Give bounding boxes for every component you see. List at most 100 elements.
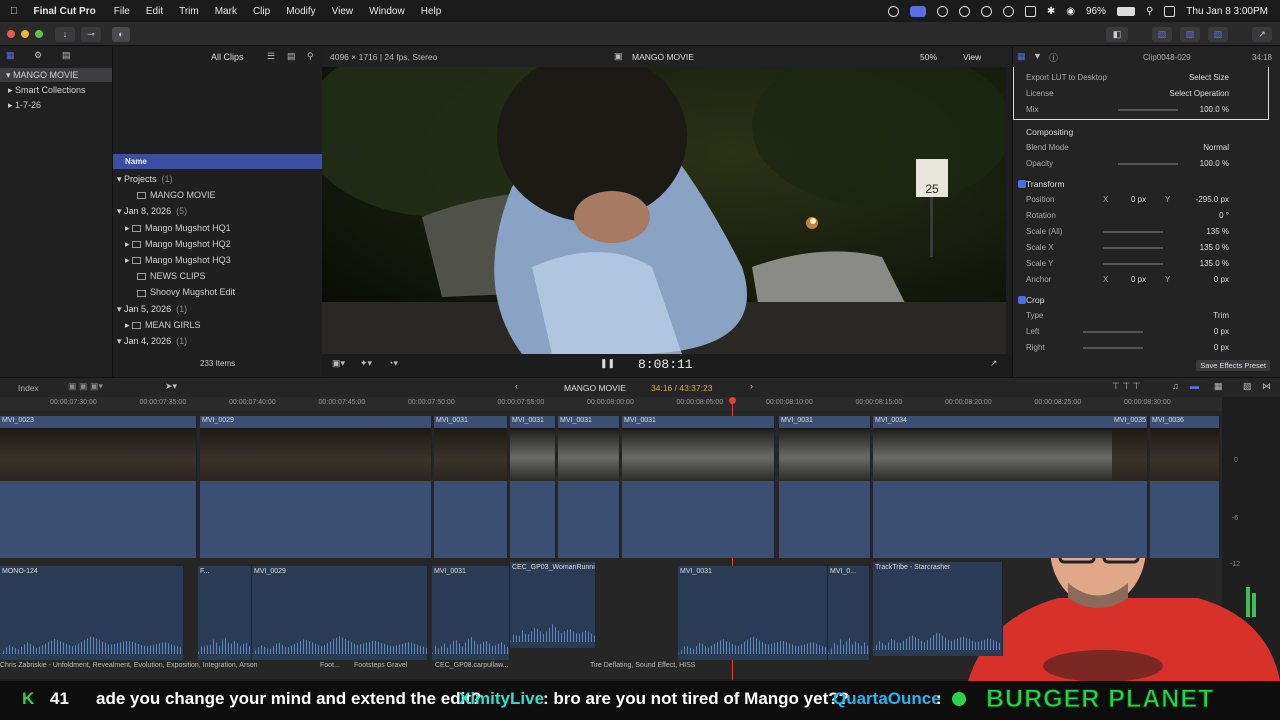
event-row[interactable]: ▾ Jan 8, 2026 (5): [113, 203, 322, 219]
browser-item-row[interactable]: MANGO MOVIE: [113, 187, 322, 203]
compositing-header[interactable]: Compositing: [1013, 124, 1280, 140]
crop-header[interactable]: Crop: [1013, 292, 1280, 308]
apple-icon[interactable]: : [10, 6, 18, 17]
row-value[interactable]: Select Operation: [1169, 86, 1229, 102]
search-icon[interactable]: ⚲: [307, 51, 314, 62]
video-viewer[interactable]: 25: [322, 67, 1006, 354]
clip-tools-icon[interactable]: ▣ ▣ ▣▾: [68, 381, 103, 392]
row-value[interactable]: Select Size: [1189, 70, 1229, 86]
back-icon[interactable]: ‹: [515, 381, 518, 391]
audio-clip[interactable]: MVI_0029: [252, 566, 428, 660]
battery-percent[interactable]: 96%: [1086, 6, 1106, 17]
disclosure-icon[interactable]: ▾: [117, 304, 124, 314]
library-smart-collections[interactable]: ▸ Smart Collections: [0, 83, 112, 97]
share-icon[interactable]: ◧: [1106, 27, 1128, 42]
clip-filter[interactable]: All Clips: [211, 52, 244, 62]
view-menu[interactable]: View: [963, 52, 981, 62]
menu-file[interactable]: File: [114, 6, 130, 17]
scale-x-slider[interactable]: [1103, 247, 1163, 249]
inspector-toggle-icon[interactable]: ▧: [1208, 27, 1228, 42]
enhance-tool-icon[interactable]: ✦▾: [360, 358, 372, 369]
audio-icon[interactable]: ♫: [1172, 381, 1179, 391]
disclosure-icon[interactable]: ▸: [125, 320, 132, 330]
connected-audio-clip[interactable]: Tire Deflating, Sound Effect, HISS: [590, 662, 695, 669]
browser-item-row[interactable]: ▸ Mango Mugshot HQ3: [113, 252, 322, 268]
row-value[interactable]: 135.0 %: [1200, 240, 1229, 256]
screen-record-icon[interactable]: [909, 5, 926, 17]
position-y[interactable]: -295.0 px: [1196, 192, 1229, 208]
crop-right-slider[interactable]: [1083, 347, 1143, 349]
timeline-close-icon[interactable]: ⋈: [1262, 381, 1271, 392]
fullscreen-viewer-icon[interactable]: ↗: [990, 358, 998, 369]
video-clip[interactable]: MVI_0031: [779, 416, 871, 558]
video-clip[interactable]: MVI_0031: [558, 416, 620, 558]
save-effects-preset-button[interactable]: Save Effects Preset: [1196, 360, 1270, 371]
audio-clip[interactable]: CEC_GP03_WomanRunni...: [510, 562, 596, 648]
audio-clip[interactable]: MVI_0031: [678, 566, 828, 660]
blend-mode-select[interactable]: Normal: [1203, 140, 1229, 156]
index-button[interactable]: Index: [18, 383, 39, 393]
video-clip[interactable]: MVI_0031: [434, 416, 508, 558]
crop-type-select[interactable]: Trim: [1213, 308, 1229, 324]
transform-tool-icon[interactable]: ▣▾: [332, 358, 345, 369]
pause-icon[interactable]: ❚❚: [600, 358, 615, 369]
connected-audio-clip[interactable]: Foot...: [320, 662, 340, 669]
transform-checkbox[interactable]: [1018, 180, 1026, 188]
video-clip[interactable]: MVI_0036: [1150, 416, 1220, 558]
connected-audio-clip[interactable]: Chris Zabriskie - Unfoldment, Revealment…: [0, 662, 258, 669]
disclosure-icon[interactable]: ▾: [117, 206, 124, 216]
opacity-slider[interactable]: [1118, 163, 1178, 165]
filter-inspector-icon[interactable]: ▼: [1033, 51, 1042, 61]
zoom-window-button[interactable]: [35, 30, 43, 38]
timeline-toggle-icon[interactable]: ▧: [1180, 27, 1200, 42]
effects-browser-icon[interactable]: ▦: [1214, 381, 1223, 392]
fullscreen-icon[interactable]: ↗: [1252, 27, 1272, 42]
timecode-display[interactable]: 8:08:11: [638, 357, 693, 372]
library-event[interactable]: ▸ 1-7-26: [0, 98, 112, 112]
status-icon[interactable]: [958, 5, 970, 17]
select-tool-icon[interactable]: ➤▾: [165, 381, 177, 392]
project-menu[interactable]: MANGO MOVIE: [564, 383, 626, 393]
menu-window[interactable]: Window: [369, 6, 405, 17]
position-x[interactable]: 0 px: [1131, 192, 1146, 208]
browser-item-row[interactable]: ▸ Mango Mugshot HQ2: [113, 236, 322, 252]
browser-item-row[interactable]: Shoovy Mugshot Edit: [113, 284, 322, 300]
video-inspector-icon[interactable]: ▦: [1017, 51, 1026, 62]
anchor-x[interactable]: 0 px: [1131, 272, 1146, 288]
event-row[interactable]: ▾ Jan 4, 2026 (1): [113, 333, 322, 349]
clock[interactable]: Thu Jan 8 3:00PM: [1186, 6, 1268, 17]
audio-clip[interactable]: MVI_0...: [828, 566, 870, 660]
video-clip[interactable]: MVI_0031: [622, 416, 775, 558]
row-value[interactable]: 100.0 %: [1200, 102, 1229, 118]
audio-clip[interactable]: MONO-124: [0, 566, 184, 660]
titles-tab-icon[interactable]: ▤: [62, 50, 71, 61]
menu-edit[interactable]: Edit: [146, 6, 163, 17]
row-value[interactable]: 135 %: [1206, 224, 1229, 240]
clip-appearance-icon[interactable]: ▤: [287, 51, 296, 62]
event-row[interactable]: ▾ Projects (1): [113, 171, 322, 187]
timeline-view-icon[interactable]: ▧: [1243, 381, 1252, 392]
browser-toggle-icon[interactable]: ▧: [1152, 27, 1172, 42]
search-icon[interactable]: ⚲: [1146, 6, 1153, 17]
browser-item-row[interactable]: ▸ Mango Mugshot HQ1: [113, 220, 322, 236]
disclosure-icon[interactable]: ▾: [117, 336, 124, 346]
info-icon[interactable]: ⓘ: [1049, 51, 1058, 64]
event-row[interactable]: ▾ Jan 5, 2026 (1): [113, 301, 322, 317]
video-clip[interactable]: MVI_0034: [873, 416, 1126, 558]
library-mango-movie[interactable]: ▾ MANGO MOVIE: [0, 68, 112, 82]
import-icon[interactable]: ↓: [55, 27, 75, 42]
name-column-header[interactable]: Name: [113, 154, 322, 169]
audio-clip[interactable]: F...: [198, 566, 252, 660]
status-icon[interactable]: [936, 5, 948, 17]
scale-y-slider[interactable]: [1103, 263, 1163, 265]
playhead-handle[interactable]: [729, 397, 736, 404]
control-center-icon[interactable]: [1164, 5, 1176, 17]
row-value[interactable]: 0 px: [1214, 340, 1229, 356]
app-menu[interactable]: Final Cut Pro: [34, 6, 96, 17]
video-clip[interactable]: MVI_0035: [1112, 416, 1148, 558]
disclosure-icon[interactable]: ▸: [125, 239, 132, 249]
close-window-button[interactable]: [7, 30, 15, 38]
status-icon[interactable]: [980, 5, 992, 17]
disclosure-icon[interactable]: ▸: [125, 223, 132, 233]
photos-tab-icon[interactable]: ⚙: [34, 50, 42, 61]
